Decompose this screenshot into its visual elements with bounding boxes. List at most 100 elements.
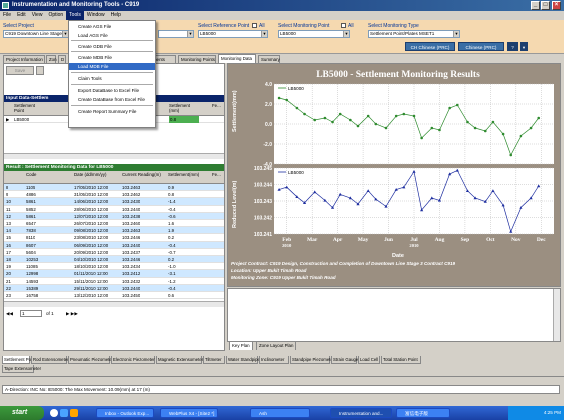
menu-item-create-gdb-file[interactable]: Create GDB File (69, 43, 155, 50)
monitoring-point-select[interactable]: LB5000 ▼ (278, 30, 350, 38)
help-icon[interactable]: ? (507, 42, 518, 51)
minimize-button[interactable]: _ (531, 1, 540, 10)
mon-all-checkbox[interactable] (341, 23, 346, 28)
tab-zon[interactable]: Zon (46, 55, 57, 63)
task-webplus[interactable]: WebPlus X4 - [Site2 *] (160, 408, 218, 418)
ref-all-checkbox[interactable] (252, 23, 257, 28)
instrument-tab-pneumatic-piezometer[interactable]: Pneumatic Piezometer (68, 356, 113, 364)
table-row[interactable]: 19 11085 18/10/2010 12:00 103.2434 -1.0 (4, 263, 224, 271)
instrument-tab-inclinometer[interactable]: Inclinometer (259, 356, 289, 364)
close-button[interactable]: × (552, 1, 561, 10)
table-row[interactable]: 12 5861 12/07/2010 12:00 103.2438 -0.6 (4, 212, 224, 220)
menu-window[interactable]: Window (84, 11, 108, 20)
task-ash[interactable]: Ash (250, 408, 310, 418)
cell-date: 29/11/2010 12:00 (74, 285, 108, 291)
menu-file[interactable]: File (0, 11, 14, 20)
table-row[interactable]: 10 5861 14/06/2010 12:00 103.2430 -1.4 (4, 198, 224, 206)
instrument-tab-load-cell[interactable]: Load Cell (358, 356, 380, 364)
quicklaunch-icon[interactable] (70, 409, 78, 417)
cell-settlement: -0.4 (168, 242, 176, 248)
menu-tools[interactable]: Tools (66, 11, 84, 20)
plan-vscrollbar[interactable] (553, 289, 560, 341)
quicklaunch-icon[interactable] (50, 409, 58, 417)
row-number: 9 (6, 192, 9, 198)
table-row[interactable]: 21 14593 15/11/2010 12:00 103.2432 -1.2 (4, 278, 224, 285)
menu-item-create-ags-file[interactable]: Create AGS File (69, 23, 155, 30)
row-number: 21 (6, 278, 11, 284)
table-row[interactable]: 15 8110 23/08/2010 12:00 103.2446 0.2 (4, 234, 224, 242)
data-point (455, 103, 459, 107)
menu-option[interactable]: Option (45, 11, 66, 20)
instrument-tab-rod-extensometer[interactable]: Rod Extensometer (31, 356, 69, 364)
instrument-tab-tape-extensometer[interactable]: Tape Extensometer (2, 365, 41, 373)
table-row[interactable]: 22 15389 29/11/2010 12:00 103.2440 -0.4 (4, 284, 224, 292)
menu-item-create-database-from-excel-file[interactable]: Create DataBase from Excel File (69, 96, 155, 103)
cell-settlement: -0.7 (168, 249, 176, 255)
instrument-tab-water-standpipe[interactable]: Water Standpipe (226, 356, 260, 364)
task-instrumentation[interactable]: Instrumentation and... (330, 408, 392, 418)
legend-label: LB5000 (288, 170, 304, 175)
result-hscrollbar[interactable] (4, 301, 224, 307)
menu-help[interactable]: Help (108, 11, 124, 20)
tab-project-information[interactable]: Project Information (3, 55, 45, 63)
tab-monitoring-points[interactable]: Monitoring Points (178, 55, 216, 63)
tab-summary[interactable]: Summary (258, 55, 280, 63)
instrument-tab-magnetic-extensometer[interactable]: Magnetic Extensometer (156, 356, 203, 364)
dropdown-icon[interactable]: ▾ (520, 42, 528, 51)
x-tick-label: Mar (307, 237, 318, 243)
secondary-button[interactable] (36, 66, 44, 75)
table-row[interactable]: 8 1105 17/05/2010 12:00 103.2463 0.9 (4, 184, 224, 192)
tab-key-plan[interactable]: Key Plan (229, 342, 253, 350)
instrument-tab-electronic-piezometer[interactable]: Electronic Piezometer (111, 356, 155, 364)
table-row[interactable]: 18 10253 04/10/2010 12:00 103.2446 0.2 (4, 256, 224, 264)
reference-point-select[interactable]: LB5000 ▼ (198, 30, 268, 38)
tab-monitoring-data[interactable]: Monitoring Data (218, 54, 256, 63)
menu-item-create-mdb-file[interactable]: Create MDB File (69, 54, 155, 61)
menu-edit[interactable]: Edit (14, 11, 29, 20)
instrument-tab-total-station-point[interactable]: Total Station Point (381, 356, 421, 364)
project-select[interactable]: C919 Downtown Line Stage 3 ▼ (3, 30, 69, 38)
record-number-input[interactable]: 1 (20, 310, 42, 317)
start-button[interactable]: start (0, 406, 44, 420)
maximize-button[interactable]: □ (541, 1, 550, 10)
chinese-traditional-button[interactable]: CH Chinese (PRC) (405, 42, 455, 51)
table-row[interactable]: 17 5604 20/09/2010 12:00 103.2437 -0.7 (4, 249, 224, 256)
instrument-tabs: Settlement Point Rod Extensometer Pneumati… (0, 356, 564, 374)
input-settlement[interactable]: 0.8 (169, 116, 199, 124)
menu-item-claim-tools[interactable]: Claim Tools (69, 75, 155, 82)
input-hscrollbar[interactable] (4, 153, 224, 159)
tab-zone-layout-plan[interactable]: Zone Layout Plan (256, 342, 297, 350)
table-row[interactable]: 16 8607 06/09/2010 12:00 103.2440 -0.4 (4, 241, 224, 249)
cell-reading: 103.2463 (122, 228, 141, 234)
menu-view[interactable]: View (29, 11, 46, 20)
plan-view-pane (227, 288, 561, 342)
table-row[interactable]: 23 16758 13/12/2010 12:00 103.2450 0.6 (4, 292, 224, 300)
reference-type-select[interactable]: ▼ (158, 30, 194, 38)
data-point (356, 124, 360, 128)
monitoring-type-select[interactable]: Settlement Point/Plates MSET1 ▼ (368, 30, 460, 38)
nav-first-button[interactable]: ◀◀ (6, 309, 13, 318)
menu-item-export-database-to-excel-file[interactable]: Export DataBase to Excel File (69, 87, 155, 94)
status-text: A-Direction: INC No: IE5000: The Max Mov… (2, 385, 560, 394)
instrument-tab-settlement-point[interactable]: Settlement Point (2, 356, 36, 364)
table-row[interactable]: 9 4886 31/05/2010 12:00 103.2462 0.8 (4, 191, 224, 199)
task-chinese-doc[interactable]: 富信电子版 (396, 408, 450, 418)
tab-d[interactable]: D (58, 55, 66, 63)
table-row[interactable]: 14 7838 09/08/2010 12:00 103.2463 1.9 (4, 227, 224, 235)
instrument-tab-strain-gauge[interactable]: Strain Gauge (331, 356, 358, 364)
quicklaunch-icon[interactable] (60, 409, 68, 417)
table-row[interactable]: 13 6547 26/07/2010 12:00 103.2460 1.6 (4, 220, 224, 228)
task-outlook[interactable]: Inbox - Outlook Exp... (96, 408, 154, 418)
instrument-tab-tiltmeter[interactable]: Tiltmeter (203, 356, 225, 364)
menu-item-create-report-summary-file[interactable]: Create Report Summary File (69, 108, 155, 115)
clock: 4:25 PM (543, 410, 561, 415)
data-point (277, 96, 281, 100)
instrument-tab-standpipe-piezometer[interactable]: Standpipe Piezometer (290, 356, 334, 364)
chinese-simplified-button[interactable]: Chinese (PRC) (458, 42, 504, 51)
save-button[interactable]: Save (6, 66, 34, 75)
menu-item-load-ags-file[interactable]: Load AGS File (69, 32, 155, 39)
table-row[interactable]: 11 5852 28/06/2010 12:00 103.2440 -0.4 (4, 206, 224, 213)
table-row[interactable]: 20 12998 01/11/2010 12:00 103.2412 -3.1 (4, 270, 224, 278)
menu-item-load-mdb-file[interactable]: Load MDB File (69, 63, 155, 70)
nav-next-button[interactable]: ▶ ▶▶ (66, 309, 78, 318)
